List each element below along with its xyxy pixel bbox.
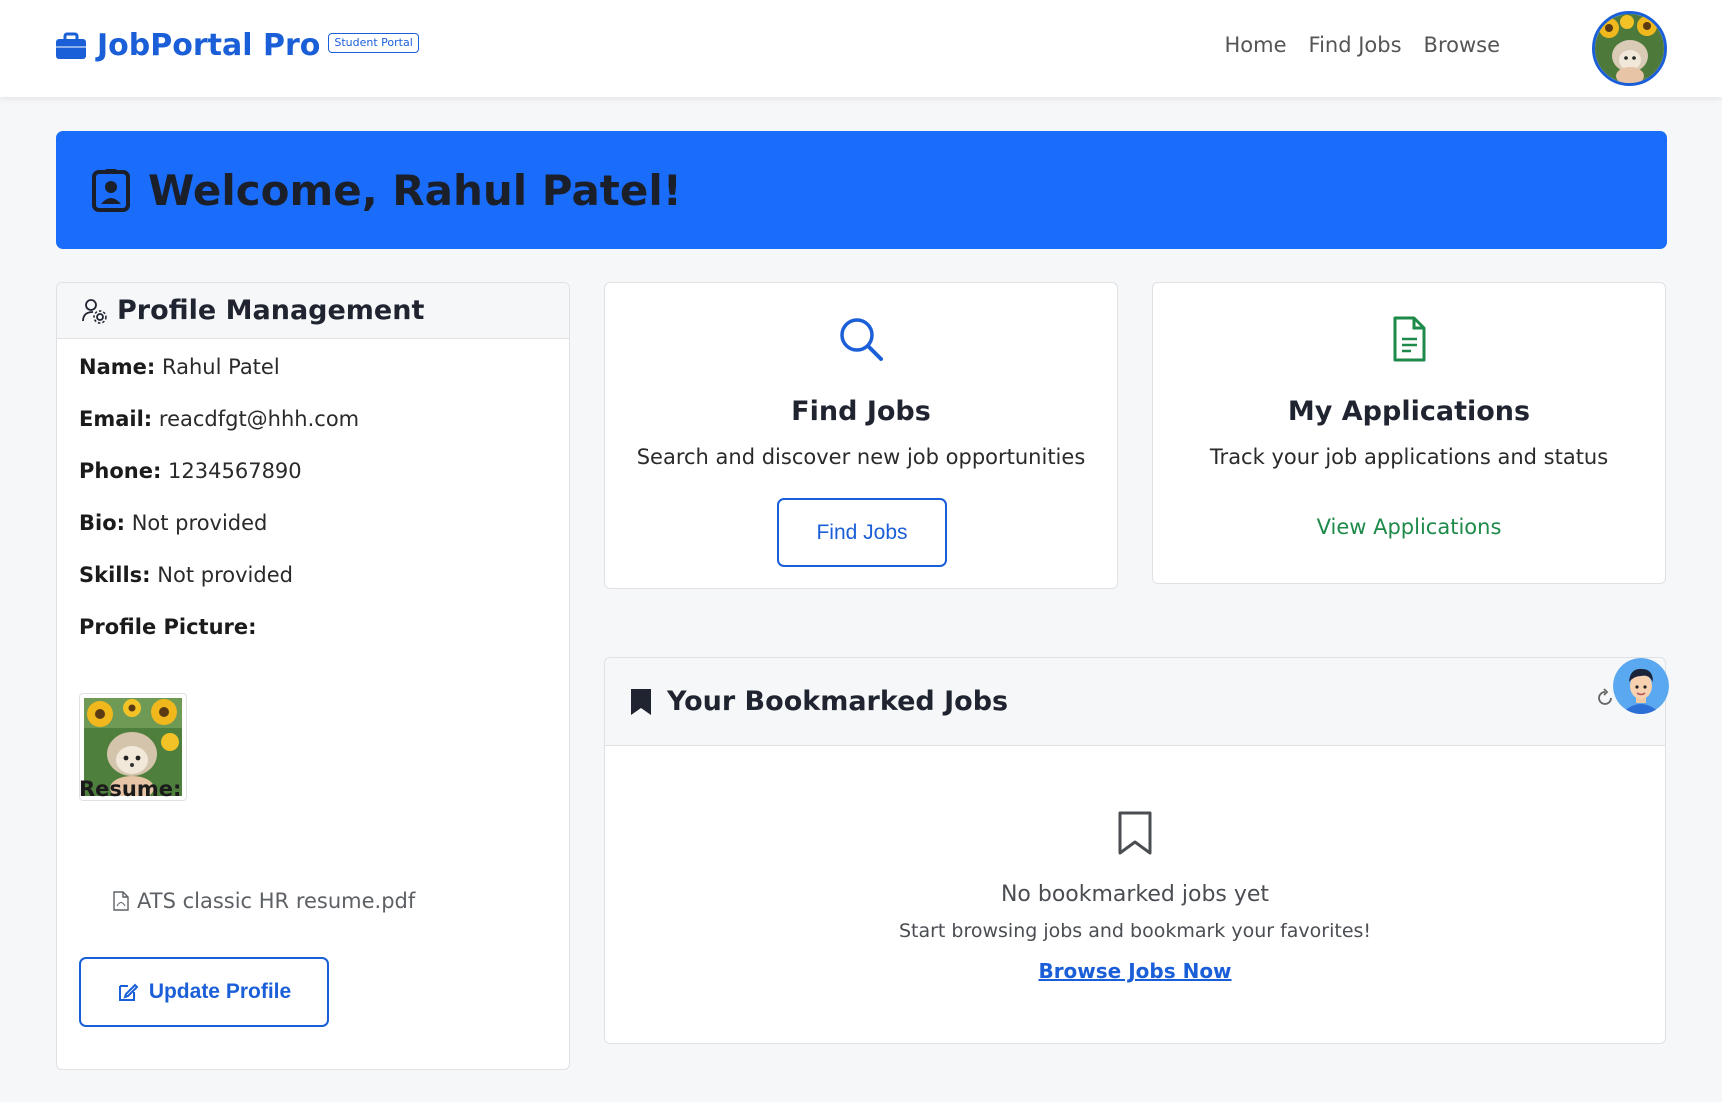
bookmark-filled-icon xyxy=(631,688,651,715)
browse-jobs-link[interactable]: Browse Jobs Now xyxy=(605,959,1665,983)
bookmarked-jobs-card: Your Bookmarked Jobs No bookmarked jobs … xyxy=(604,657,1669,1044)
field-phone: Phone: 1234567890 xyxy=(79,459,302,483)
resume-filename[interactable]: ATS classic HR resume.pdf xyxy=(137,889,415,913)
field-label: Resume: xyxy=(79,777,182,801)
profile-card-header: Profile Management xyxy=(57,283,569,339)
welcome-banner: Welcome, Rahul Patel! xyxy=(56,131,1667,249)
bookmark-outline-icon xyxy=(1118,811,1152,855)
find-jobs-card: Find Jobs Search and discover new job op… xyxy=(604,282,1118,589)
welcome-title: Welcome, Rahul Patel! xyxy=(148,165,682,215)
profile-card-title: Profile Management xyxy=(117,295,425,326)
brand-name[interactable]: JobPortal Pro xyxy=(97,28,320,63)
edit-icon xyxy=(118,983,139,1001)
field-name: Name: Rahul Patel xyxy=(79,355,280,379)
update-profile-label: Update Profile xyxy=(148,980,292,1003)
assistant-avatar-image xyxy=(1613,658,1669,714)
nav-home[interactable]: Home xyxy=(1225,33,1287,57)
field-value: Rahul Patel xyxy=(161,355,280,379)
document-icon xyxy=(1393,316,1426,362)
field-email: Email: reacdfgt@hhh.com xyxy=(79,407,359,431)
field-value: Not provided xyxy=(131,511,268,535)
refresh-icon[interactable] xyxy=(1595,688,1615,708)
brand[interactable]: JobPortal Pro Student Portal xyxy=(55,28,419,63)
field-label: Skills: xyxy=(79,563,151,587)
bookmarks-title: Your Bookmarked Jobs xyxy=(667,686,1009,717)
field-label: Name: xyxy=(79,355,156,379)
search-icon xyxy=(840,318,883,361)
nav-links: Home Find Jobs Browse xyxy=(1225,33,1501,57)
id-badge-icon xyxy=(92,169,130,212)
field-label: Profile Picture: xyxy=(79,615,257,639)
top-navbar: JobPortal Pro Student Portal Home Find J… xyxy=(0,0,1722,97)
field-bio: Bio: Not provided xyxy=(79,511,267,535)
empty-state-title: No bookmarked jobs yet xyxy=(1000,882,1270,907)
hedgehog-photo xyxy=(1595,14,1664,83)
resume-label: Resume: xyxy=(79,777,181,801)
applications-card: My Applications Track your job applicati… xyxy=(1152,282,1666,584)
find-jobs-button[interactable]: Find Jobs xyxy=(777,498,947,567)
assistant-avatar[interactable] xyxy=(1613,658,1669,714)
briefcase-icon xyxy=(56,32,86,59)
field-value: 1234567890 xyxy=(168,459,302,483)
update-profile-button[interactable]: Update Profile xyxy=(79,957,329,1027)
user-avatar[interactable] xyxy=(1592,11,1667,86)
view-applications-link[interactable]: View Applications xyxy=(1153,515,1665,539)
applications-description: Track your job applications and status xyxy=(1209,445,1609,469)
applications-title: My Applications xyxy=(1287,396,1531,427)
find-jobs-title: Find Jobs xyxy=(791,396,931,427)
bookmarks-header: Your Bookmarked Jobs xyxy=(605,658,1665,746)
field-label: Phone: xyxy=(79,459,162,483)
field-label: Email: xyxy=(79,407,153,431)
field-skills: Skills: Not provided xyxy=(79,563,293,587)
field-value: reacdfgt@hhh.com xyxy=(158,407,360,431)
portal-badge: Student Portal xyxy=(328,32,419,53)
pdf-file-icon xyxy=(113,891,129,911)
profile-picture-label: Profile Picture: xyxy=(79,615,257,639)
field-value: Not provided xyxy=(157,563,293,587)
empty-state-subtitle: Start browsing jobs and bookmark your fa… xyxy=(898,920,1372,942)
user-gear-icon xyxy=(82,298,107,324)
find-jobs-description: Search and discover new job opportunitie… xyxy=(636,445,1086,469)
field-label: Bio: xyxy=(79,511,126,535)
profile-card: Profile Management Name: Rahul Patel Ema… xyxy=(56,282,570,1070)
nav-browse[interactable]: Browse xyxy=(1424,33,1500,57)
nav-find-jobs[interactable]: Find Jobs xyxy=(1309,33,1402,57)
resume-file[interactable]: ATS classic HR resume.pdf xyxy=(113,889,415,913)
